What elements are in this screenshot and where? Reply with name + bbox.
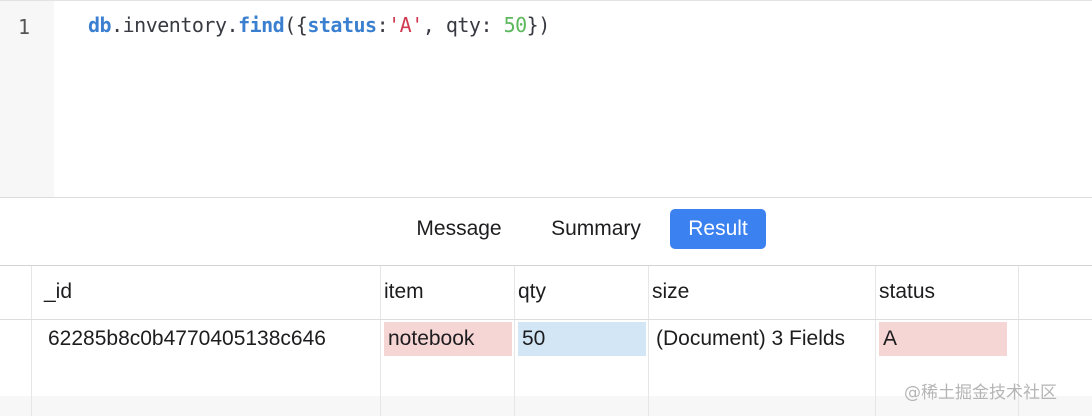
code-token-colon: :	[376, 13, 389, 37]
code-token-qty-key: qty	[445, 13, 481, 37]
line-number: 1	[17, 15, 31, 39]
column-divider[interactable]	[31, 266, 32, 416]
cell-status[interactable]: A	[879, 322, 1007, 356]
cell-item[interactable]: notebook	[384, 322, 512, 356]
code-token-db: db	[88, 13, 112, 37]
code-token-close: })	[526, 13, 551, 37]
code-token-collection: inventory	[122, 13, 227, 37]
column-header-qty[interactable]: qty	[518, 280, 546, 304]
watermark: @稀土掘金技术社区	[904, 383, 1057, 403]
column-divider[interactable]	[514, 266, 515, 416]
tab-message[interactable]: Message	[404, 209, 514, 249]
tab-result[interactable]: Result	[670, 209, 766, 249]
line-gutter: 1	[0, 1, 54, 197]
code-token-open: ({	[284, 13, 308, 37]
code-token-status-key: status	[307, 13, 377, 37]
result-tabbar: Message Summary Result	[0, 197, 1092, 266]
code-token-comma: ,	[422, 13, 446, 37]
column-divider[interactable]	[380, 266, 381, 416]
code-line[interactable]: db.inventory.find({status:'A', qty: 50})	[88, 13, 550, 37]
code-token-colon: :	[480, 13, 504, 37]
code-token-method: find	[238, 13, 285, 37]
cell-size[interactable]: (Document) 3 Fields	[656, 322, 872, 356]
tab-summary[interactable]: Summary	[538, 209, 654, 249]
header-divider	[0, 319, 1092, 320]
column-header-item[interactable]: item	[384, 280, 424, 304]
column-divider[interactable]	[648, 266, 649, 416]
code-token-qty-value: 50	[503, 13, 528, 37]
column-header-id[interactable]: _id	[44, 280, 72, 304]
column-header-status[interactable]: status	[879, 280, 935, 304]
cell-id[interactable]: 62285b8c0b4770405138c646	[48, 322, 378, 356]
cell-qty[interactable]: 50	[518, 322, 646, 356]
code-token-status-value: 'A'	[388, 13, 423, 37]
code-token-dot: .	[226, 13, 239, 37]
column-header-size[interactable]: size	[652, 280, 689, 304]
query-editor[interactable]: 1 db.inventory.find({status:'A', qty: 50…	[0, 0, 1092, 197]
code-token-dot: .	[111, 13, 123, 37]
column-divider[interactable]	[875, 266, 876, 416]
